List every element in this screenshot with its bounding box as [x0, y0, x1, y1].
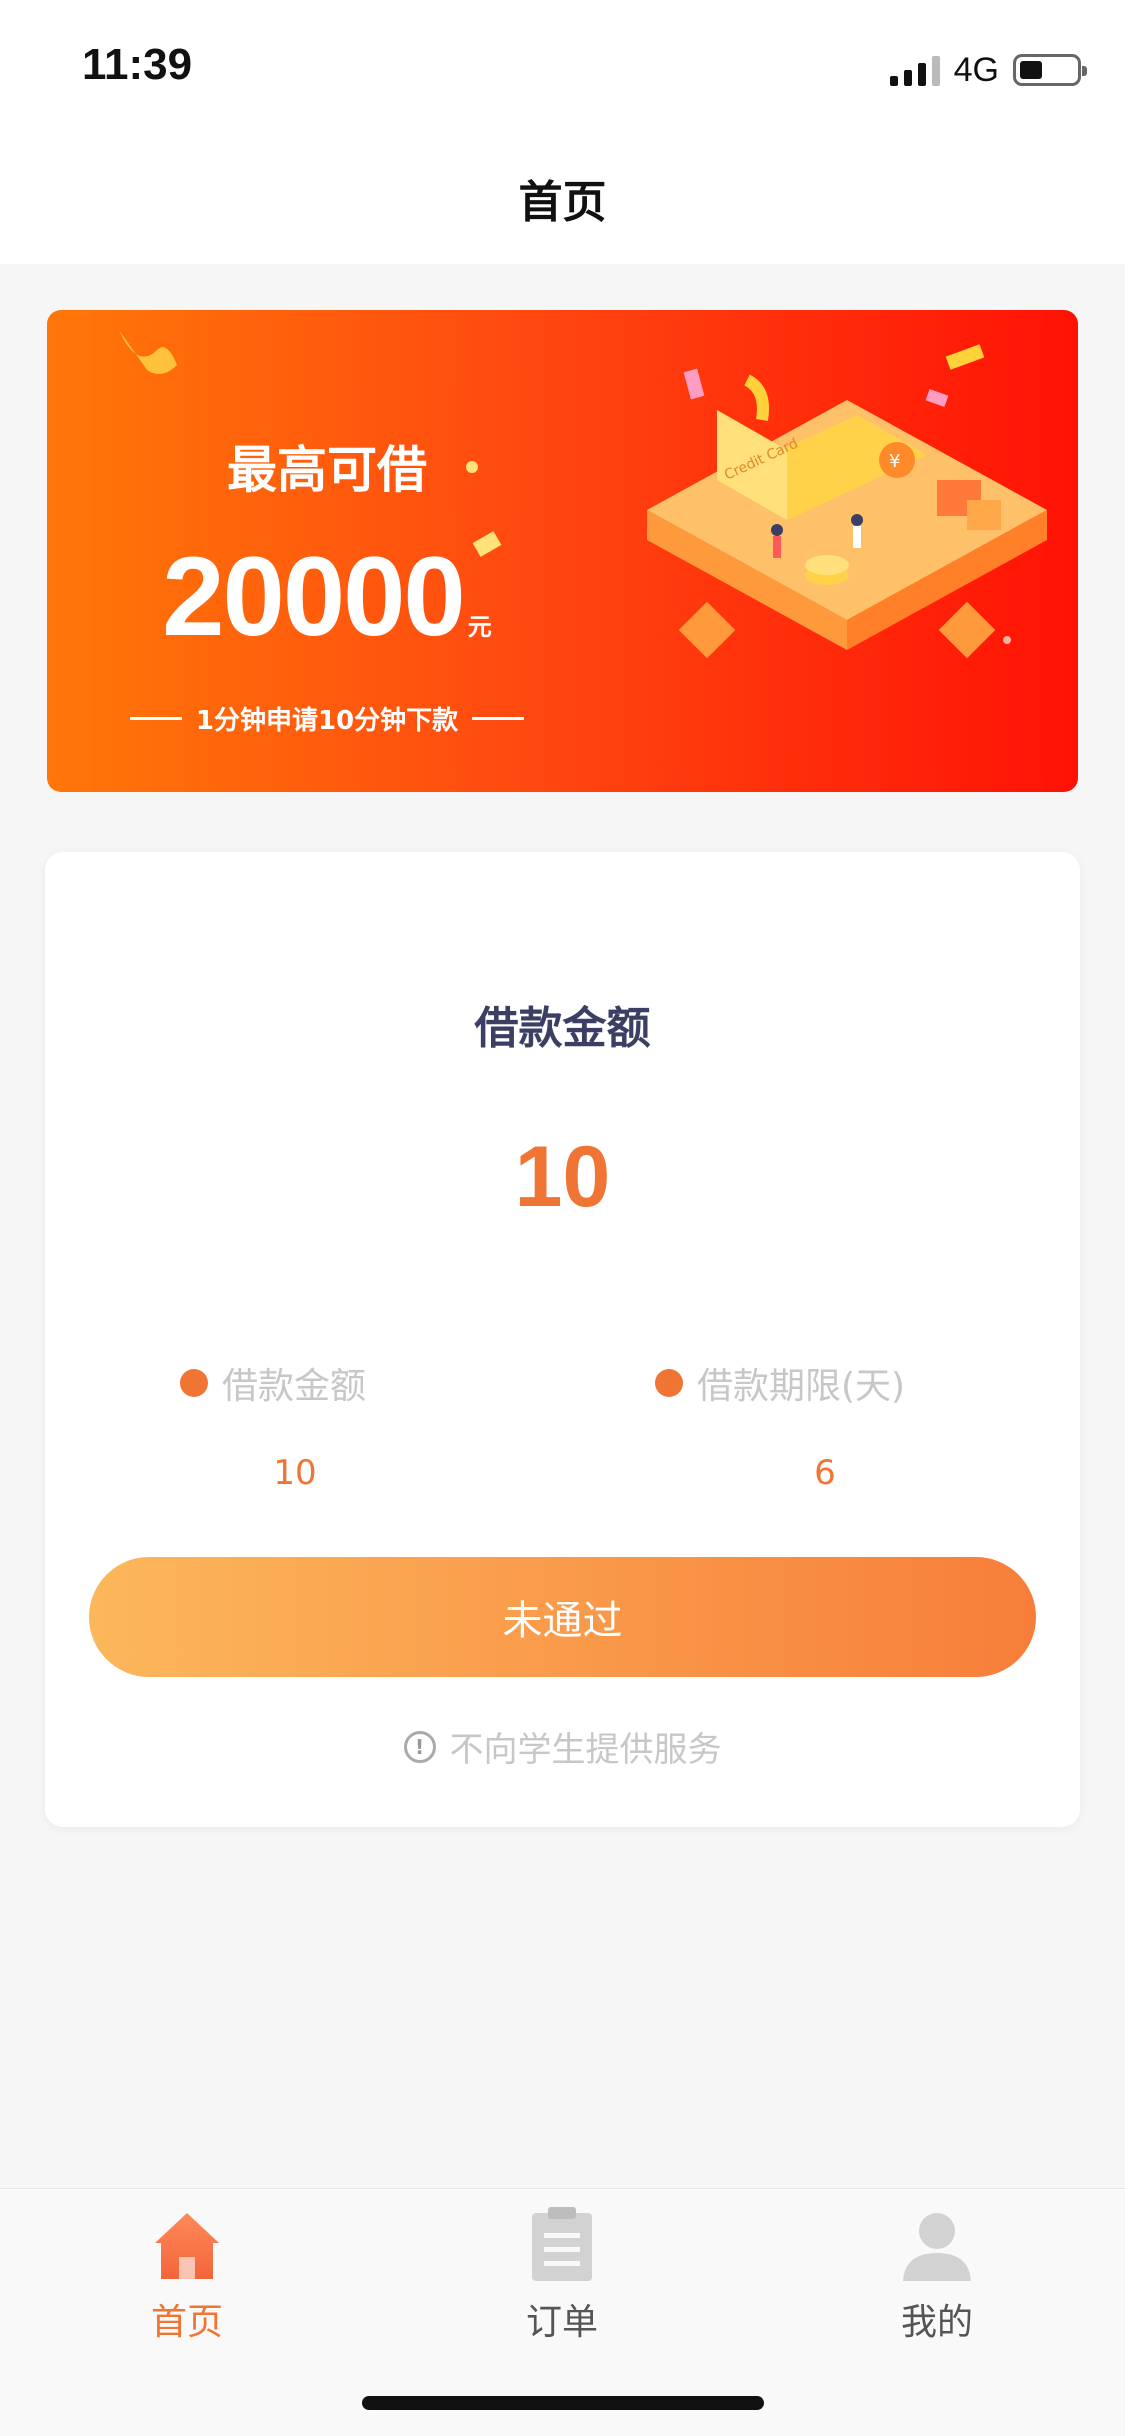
dot-icon [180, 1369, 208, 1397]
tab-home-label: 首页 [150, 2302, 223, 2343]
divider-line [129, 717, 182, 720]
detail-amount-label: 借款金额 [222, 1366, 367, 1407]
banner-subtitle-text: 1分钟申请10分钟下款 [195, 706, 459, 736]
nav-bar: 首页 [0, 132, 1125, 264]
notice-text: 不向学生提供服务 [449, 1730, 722, 1770]
tab-profile[interactable]: 我的 [837, 2205, 1037, 2355]
status-indicators: 4G [889, 50, 1087, 90]
banner-subtitle: 1分钟申请10分钟下款 [47, 700, 607, 737]
battery-icon [1013, 54, 1087, 86]
detail-term: 借款期限(天) 6 [655, 1357, 985, 1493]
banner-headline: 最高可借 [227, 441, 427, 499]
status-bar: 11:39 4G [0, 0, 1125, 132]
detail-term-label: 借款期限(天) [697, 1366, 906, 1407]
user-icon [903, 2213, 971, 2281]
status-button[interactable]: 未通过 [89, 1557, 1036, 1677]
tab-profile-label: 我的 [900, 2302, 973, 2343]
home-indicator [362, 2396, 764, 2410]
banner-amount-value: 20000 [162, 534, 465, 659]
info-icon: ! [403, 1730, 436, 1763]
status-time: 11:39 [82, 40, 193, 89]
detail-term-value: 6 [814, 1453, 836, 1493]
loan-amount-value: 10 [514, 1129, 611, 1225]
network-type: 4G [953, 50, 999, 89]
tab-orders-label: 订单 [525, 2302, 598, 2343]
loan-card: 借款金额 10 借款金额 10 借款期限(天) 6 未通过 ! 不向学生提供服务 [45, 852, 1080, 1827]
student-notice: ! 不向学生提供服务 [45, 1722, 1080, 1771]
dot-icon [655, 1369, 683, 1397]
clipboard-icon [532, 2207, 592, 2281]
banner-amount: 20000 元 [47, 532, 607, 661]
divider-line [472, 717, 525, 720]
page-title: 首页 [518, 177, 607, 228]
tab-orders[interactable]: 订单 [462, 2205, 662, 2355]
credit-card-illustration: Credit Card ¥ [647, 400, 1047, 659]
detail-amount: 借款金额 10 [180, 1357, 520, 1493]
loan-amount-label: 借款金额 [474, 1003, 651, 1054]
home-icon [155, 2213, 219, 2279]
promo-banner[interactable]: 最高可借 20000 元 1分钟申请10分钟下款 Credit Card ¥ [47, 310, 1078, 792]
detail-amount-value: 10 [273, 1453, 317, 1493]
signal-icon [889, 54, 940, 86]
banner-amount-unit: 元 [467, 613, 492, 641]
tab-home[interactable]: 首页 [87, 2205, 287, 2355]
svg-text:¥: ¥ [889, 451, 900, 472]
